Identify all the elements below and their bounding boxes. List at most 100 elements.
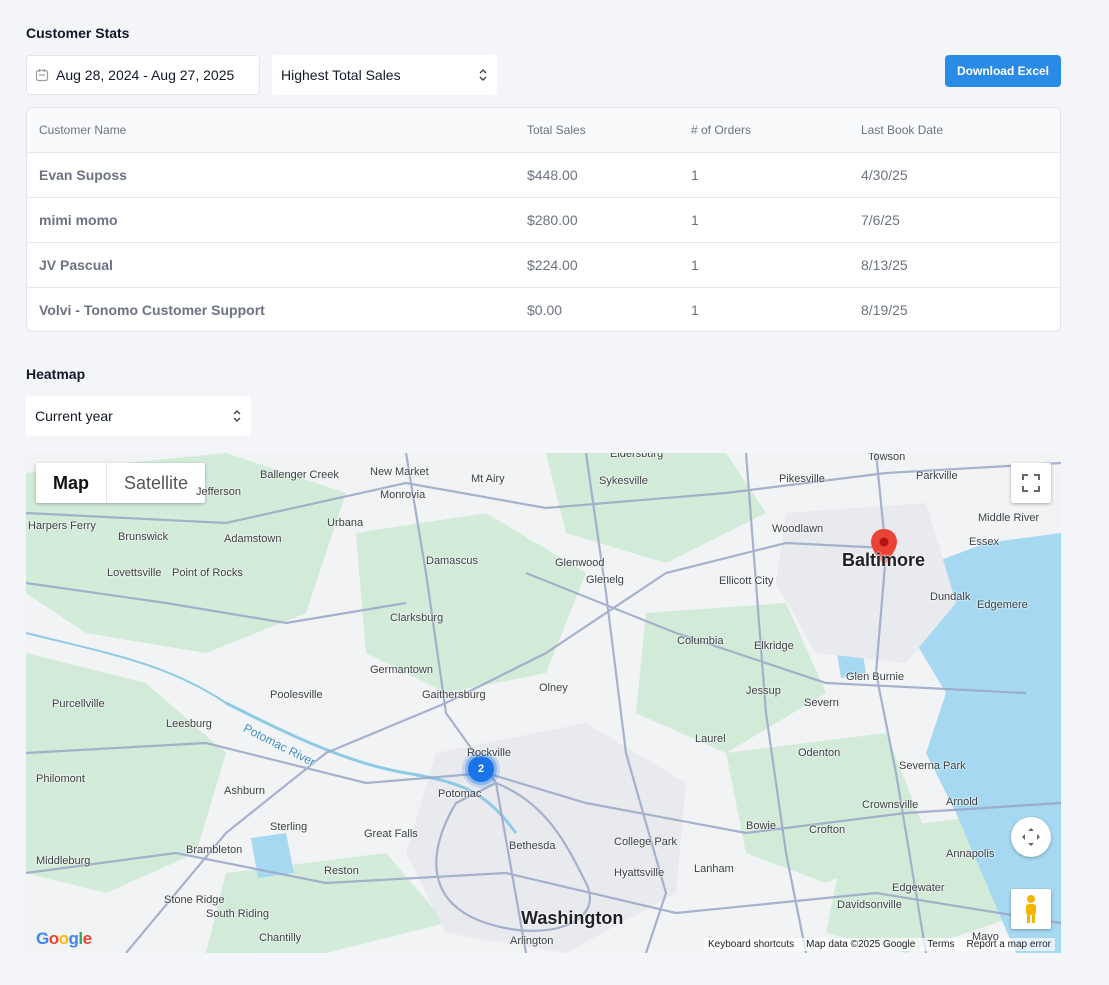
- map-place-label: Monrovia: [380, 489, 426, 501]
- customer-stats-title: Customer Stats: [26, 25, 130, 41]
- customer-name: mimi momo: [39, 212, 118, 228]
- table-header: Customer Name Total Sales # of Orders La…: [27, 108, 1060, 152]
- header-last-book-date[interactable]: Last Book Date: [861, 123, 943, 137]
- map-type-control: Map Satellite: [36, 463, 206, 503]
- camera-control-button[interactable]: [1011, 817, 1051, 857]
- map-place-label: Middleburg: [36, 855, 91, 867]
- map-place-label: Glen Burnie: [846, 671, 905, 683]
- map-place-label: Reston: [324, 865, 359, 877]
- map-place-label: Damascus: [426, 555, 478, 567]
- keyboard-shortcuts-link[interactable]: Keyboard shortcuts: [708, 939, 794, 950]
- last-book-date: 8/13/25: [861, 257, 908, 273]
- map-place-label: Germantown: [370, 664, 433, 676]
- map-place-label: Ellicott City: [719, 575, 774, 587]
- map-place-label: Purcellville: [52, 698, 105, 710]
- header-orders[interactable]: # of Orders: [691, 123, 751, 137]
- map-place-label: Washington: [521, 908, 624, 928]
- pegman-icon: [1026, 895, 1036, 923]
- select-chevron-icon: [232, 409, 242, 423]
- map-place-label: Lanham: [694, 863, 734, 875]
- map-place-label: South Riding: [206, 908, 269, 920]
- map-place-label: Middle River: [978, 512, 1040, 524]
- map-place-label: Mt Airy: [471, 473, 505, 485]
- map-place-label: Ashburn: [224, 785, 265, 797]
- terms-link[interactable]: Terms: [927, 939, 954, 950]
- map-place-label: Chantilly: [259, 932, 302, 944]
- order-count: 1: [691, 302, 699, 318]
- google-logo: Google: [36, 929, 92, 948]
- customer-name: JV Pascual: [39, 257, 113, 273]
- map-place-label: Edgemere: [977, 599, 1028, 611]
- map-place-label: Glenelg: [586, 574, 624, 586]
- map-data-attribution: Map data ©2025 Google: [806, 939, 916, 950]
- heatmap-title: Heatmap: [26, 366, 86, 382]
- last-book-date: 4/30/25: [861, 167, 908, 183]
- pan-arrows-icon: [1022, 828, 1040, 846]
- total-sales: $280.00: [527, 212, 578, 228]
- map-place-label: Bethesda: [509, 840, 556, 852]
- fullscreen-icon: [1022, 474, 1040, 492]
- street-view-pegman[interactable]: [1011, 889, 1051, 929]
- map-place-label: Severn: [804, 697, 839, 709]
- total-sales: $0.00: [527, 302, 563, 318]
- map-place-label: Hyattsville: [614, 867, 665, 879]
- map-place-label: Odenton: [798, 747, 841, 759]
- last-book-date: 7/6/25: [861, 212, 900, 228]
- map-place-label: Woodlawn: [772, 523, 824, 535]
- period-select-value: Current year: [35, 408, 113, 424]
- map-place-label: Stone Ridge: [164, 894, 225, 906]
- map-place-label: Gaithersburg: [422, 689, 486, 701]
- header-customer-name[interactable]: Customer Name: [39, 123, 126, 137]
- map-place-label: Crofton: [809, 824, 846, 836]
- sort-select[interactable]: Highest Total Sales: [272, 55, 497, 95]
- map-type-satellite-button[interactable]: Satellite: [107, 463, 205, 503]
- map-place-label: Brambleton: [186, 844, 243, 856]
- map-place-label: Olney: [539, 682, 568, 694]
- map-place-label: Bowie: [746, 820, 776, 832]
- map-place-label: Harpers Ferry: [28, 520, 96, 532]
- map-place-label: Davidsonville: [837, 899, 902, 911]
- map-place-label: Dundalk: [930, 591, 971, 603]
- map-cluster-marker[interactable]: 2: [468, 756, 494, 782]
- download-excel-button[interactable]: Download Excel: [945, 55, 1061, 87]
- date-range-picker[interactable]: Aug 28, 2024 - Aug 27, 2025: [26, 55, 260, 95]
- fullscreen-button[interactable]: [1011, 463, 1051, 503]
- map-place-label: Sykesville: [599, 475, 648, 487]
- map-place-label: Pikesville: [779, 473, 825, 485]
- map-place-label: Ballenger Creek: [260, 469, 339, 481]
- map-place-label: Columbia: [677, 635, 724, 647]
- map-place-label: Crownsville: [862, 799, 919, 811]
- map-type-map-button[interactable]: Map: [36, 463, 107, 503]
- calendar-icon: [35, 68, 49, 82]
- map-place-label: Jessup: [746, 685, 781, 697]
- map-place-label: New Market: [370, 466, 429, 478]
- map-place-label: Adamstown: [224, 533, 282, 545]
- map-tiles: [26, 453, 1061, 953]
- table-row[interactable]: Volvi - Tonomo Customer Support $0.00 1 …: [27, 287, 1060, 331]
- map-place-label: Edgewater: [892, 882, 945, 894]
- map-place-label: Towson: [868, 453, 906, 463]
- header-total-sales[interactable]: Total Sales: [527, 123, 586, 137]
- table-row[interactable]: JV Pascual $224.00 1 8/13/25: [27, 242, 1060, 287]
- map-place-label: Eldersburg: [610, 453, 664, 460]
- map-place-label: Parkville: [916, 470, 958, 482]
- map-place-label: Lovettsville: [107, 567, 162, 579]
- last-book-date: 8/19/25: [861, 302, 908, 318]
- period-select[interactable]: Current year: [26, 396, 251, 436]
- map-place-label: Elkridge: [754, 640, 794, 652]
- map-place-label: Brunswick: [118, 531, 169, 543]
- sort-select-value: Highest Total Sales: [281, 67, 401, 83]
- customer-name: Evan Suposs: [39, 167, 127, 183]
- heatmap-map[interactable]: Map Satellite 2 Google Keyboard shortcut…: [26, 453, 1061, 953]
- map-place-label: Baltimore: [842, 550, 926, 570]
- map-place-label: Glenwood: [555, 557, 605, 569]
- map-footer: Keyboard shortcuts Map data ©2025 Google…: [703, 938, 1055, 951]
- map-place-label: Mayo: [972, 931, 999, 943]
- total-sales: $224.00: [527, 257, 578, 273]
- table-row[interactable]: Evan Suposs $448.00 1 4/30/25: [27, 152, 1060, 197]
- order-count: 1: [691, 167, 699, 183]
- table-row[interactable]: mimi momo $280.00 1 7/6/25: [27, 197, 1060, 242]
- select-chevron-icon: [478, 68, 488, 82]
- map-place-label: Clarksburg: [390, 612, 444, 624]
- map-place-label: Rockville: [467, 747, 512, 759]
